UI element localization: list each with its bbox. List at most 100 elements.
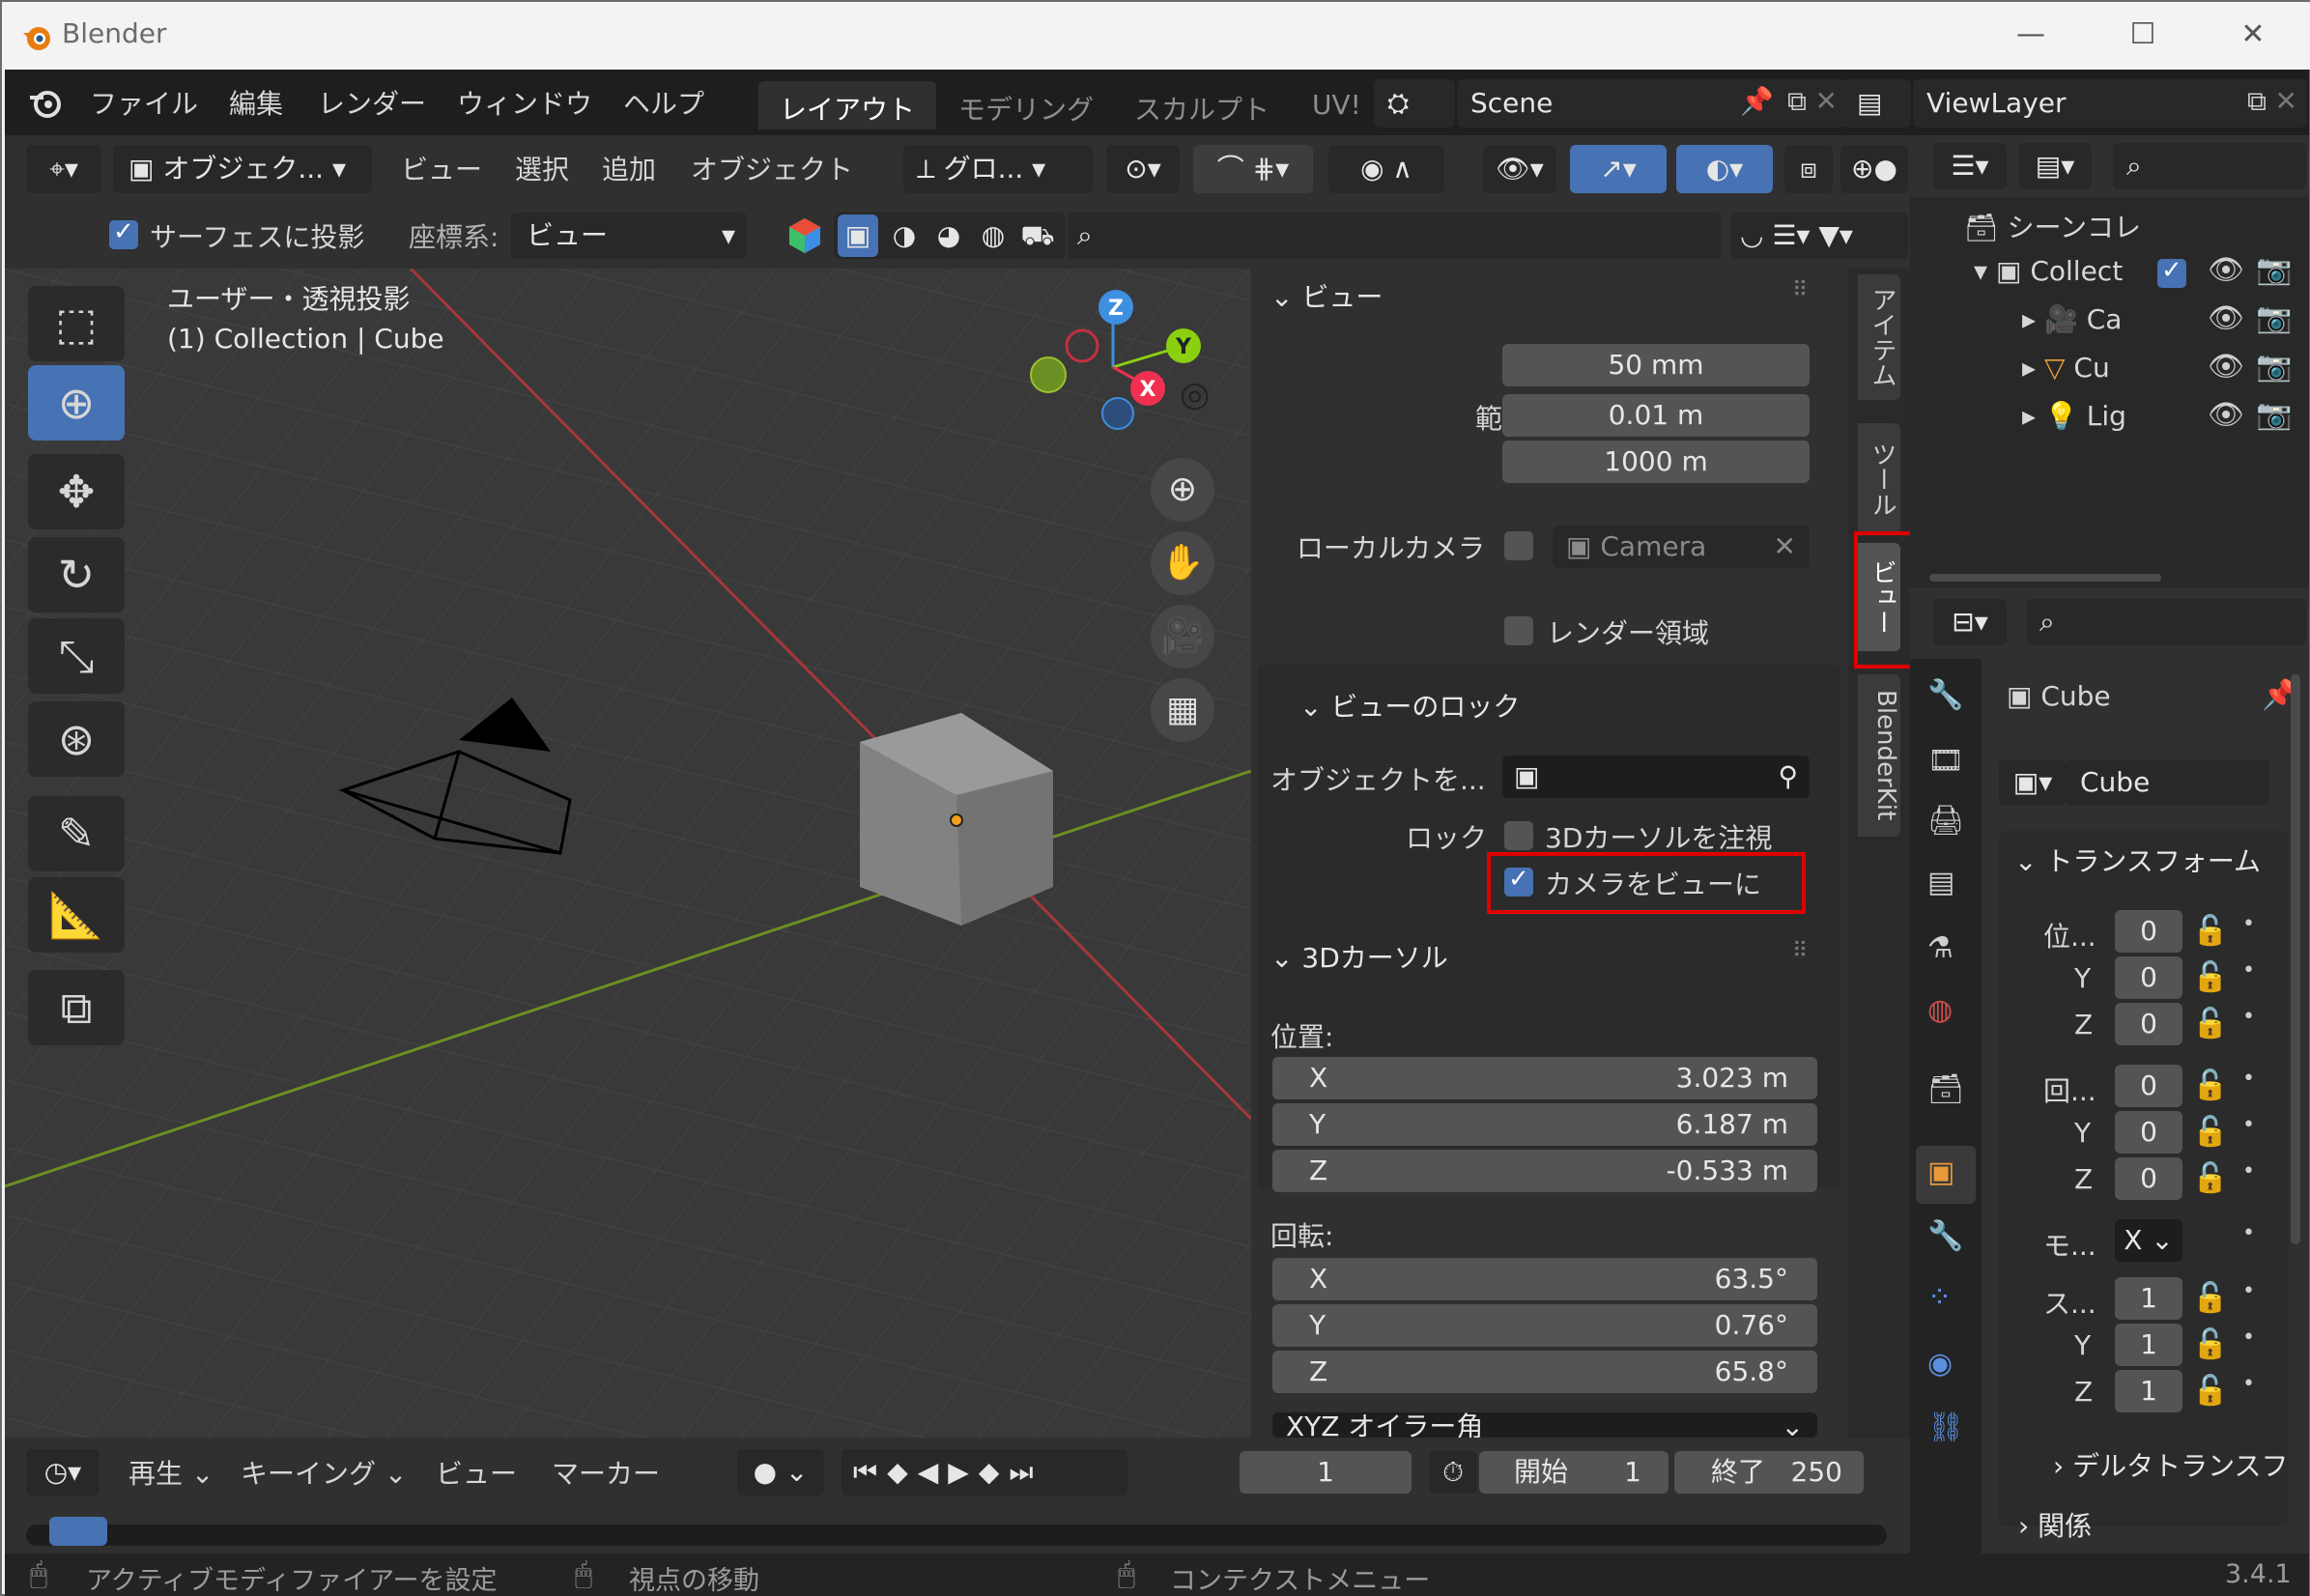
measure-tool[interactable]: 📐 — [28, 877, 125, 953]
play-reverse-icon[interactable]: ◀ — [918, 1456, 949, 1488]
lock-icon[interactable]: 🔓 — [2192, 1327, 2228, 1361]
lock-icon[interactable]: 🔓 — [2192, 914, 2228, 948]
render-region-checkbox[interactable] — [1504, 616, 1533, 645]
menu-help[interactable]: ヘルプ — [623, 83, 704, 122]
minimize-button[interactable]: — — [2002, 12, 2060, 58]
outliner-search-field[interactable]: ⌕ — [2113, 143, 2306, 189]
drag-handle-icon[interactable]: ⠿ — [1792, 939, 1808, 963]
tool-tab-icon[interactable]: 🔧 — [1927, 678, 1963, 712]
cursor-loc-z-field[interactable]: Z -0.533 m — [1272, 1150, 1817, 1192]
scene-collection-row[interactable]: 🗃 シーンコレ — [1964, 207, 2141, 245]
transform-tool[interactable]: ⊛ — [28, 701, 125, 777]
scene-browse-button[interactable]: ⛭ — [1374, 79, 1455, 128]
cursor-loc-y-field[interactable]: Y 6.187 m — [1272, 1103, 1817, 1146]
visibility-dropdown[interactable]: 👁▾ — [1483, 145, 1556, 193]
tab-uv[interactable]: UV! — [1291, 81, 1378, 129]
collection-exclude-checkbox[interactable] — [2157, 256, 2186, 288]
rotation-y-field[interactable]: 0 — [2115, 1111, 2182, 1154]
lock-object-field[interactable]: ▣ ⚲ — [1502, 755, 1810, 798]
keyframe-dot-icon[interactable]: • — [2242, 1279, 2255, 1303]
menu-file[interactable]: ファイル — [90, 83, 198, 122]
outliner-item-light[interactable]: ▸ 💡 Lig — [2022, 400, 2126, 432]
paint-icon[interactable]: ⛟ — [1017, 214, 1058, 257]
collection-tab-icon[interactable]: 🗃 — [1927, 1072, 1964, 1106]
lock-icon[interactable]: 🔓 — [2192, 1161, 2228, 1195]
lock-icon[interactable]: 🔓 — [2192, 1281, 2228, 1315]
3d-viewport[interactable]: ユーザー・透視投影 (1) Collection | Cube ⬚ ⊕ ✥ ↻ … — [5, 269, 1251, 1438]
new-scene-icon[interactable]: ⧉ — [1787, 85, 1807, 118]
location-y-field[interactable]: 0 — [2115, 956, 2182, 999]
menu-add[interactable]: 追加 — [602, 149, 656, 187]
lock-icon[interactable]: 🔓 — [2192, 960, 2228, 994]
keyframe-dot-icon[interactable]: • — [2242, 1005, 2255, 1029]
keyframe-dot-icon[interactable]: • — [2242, 958, 2255, 983]
object-name-field[interactable]: Cube — [2067, 759, 2269, 806]
lock-cursor-checkbox[interactable] — [1504, 821, 1533, 850]
move-tool[interactable]: ✥ — [28, 454, 125, 529]
eye-icon[interactable]: 👁 — [2208, 350, 2244, 384]
prev-keyframe-icon[interactable]: ◆ — [887, 1456, 918, 1488]
scale-z-field[interactable]: 1 — [2115, 1370, 2182, 1412]
snap-toggle[interactable]: ⌒ ⋕▾ — [1193, 145, 1313, 193]
delete-scene-icon[interactable]: ✕ — [1815, 85, 1838, 117]
delete-viewlayer-icon[interactable]: ✕ — [2275, 85, 2297, 117]
rotation-z-field[interactable]: 0 — [2115, 1157, 2182, 1200]
scene-name-field[interactable]: Scene 📌 ⧉ ✕ — [1457, 79, 1847, 128]
keyframe-dot-icon[interactable]: • — [2242, 1325, 2255, 1350]
lock-icon[interactable]: 🔓 — [2192, 1007, 2228, 1040]
scale-y-field[interactable]: 1 — [2115, 1324, 2182, 1366]
menu-timeline-view[interactable]: ビュー — [436, 1453, 517, 1492]
output-tab-icon[interactable]: 🖨 — [1927, 804, 1964, 838]
lock-icon[interactable]: 🔓 — [2192, 1069, 2228, 1102]
relations-header[interactable]: › 関係 — [2018, 1505, 2092, 1544]
current-frame-field[interactable]: 1 — [1240, 1451, 1412, 1494]
tab-blenderkit[interactable]: BlenderKit — [1858, 674, 1900, 837]
cursor-rot-x-field[interactable]: X 63.5° — [1272, 1258, 1817, 1300]
properties-scrollbar[interactable] — [2291, 674, 2300, 1244]
menu-playback[interactable]: 再生 ⌄ — [128, 1453, 214, 1492]
cursor-rot-y-field[interactable]: Y 0.76° — [1272, 1304, 1817, 1347]
tab-tool[interactable]: ツール — [1858, 423, 1900, 535]
tab-modeling[interactable]: モデリング — [937, 81, 1115, 129]
playhead[interactable] — [49, 1517, 107, 1546]
select-box-icon[interactable]: ▣ — [838, 214, 878, 257]
next-keyframe-icon[interactable]: ◆ — [979, 1456, 1010, 1488]
tab-item[interactable]: アイテム — [1858, 274, 1900, 400]
outliner-display-mode[interactable]: ▤▾ — [2018, 143, 2092, 189]
particles-tab-icon[interactable]: ⁘ — [1927, 1281, 1952, 1315]
menu-view[interactable]: ビュー — [401, 149, 482, 187]
keyframe-dot-icon[interactable]: • — [2242, 1159, 2255, 1183]
preview-range-toggle[interactable]: ⏱ — [1429, 1451, 1477, 1494]
xray-toggle[interactable]: ⧈ — [1784, 145, 1833, 193]
timeline-editor-type[interactable]: ◷▾ — [26, 1449, 100, 1496]
object-browse-button[interactable]: ▣▾ — [1999, 759, 2067, 806]
location-z-field[interactable]: 0 — [2115, 1003, 2182, 1045]
frame-start-field[interactable]: 開始 1 — [1479, 1451, 1668, 1494]
lock-icon[interactable]: 🔓 — [2192, 1115, 2228, 1149]
timeline-scrubber[interactable] — [26, 1525, 1887, 1546]
play-icon[interactable]: ▶ — [948, 1456, 979, 1488]
render-camera-icon[interactable]: 📷 — [2256, 253, 2292, 287]
ortho-toggle-button[interactable]: ▦ — [1151, 678, 1214, 742]
clip-end-field[interactable]: 1000 m — [1502, 441, 1810, 483]
blender-menu-icon[interactable] — [26, 83, 65, 122]
focal-length-field[interactable]: 50 mm — [1502, 344, 1810, 386]
annotate-tool[interactable]: ✎ — [28, 796, 125, 871]
keyframe-dot-icon[interactable]: • — [2242, 1372, 2255, 1396]
render-camera-icon[interactable]: 📷 — [2256, 398, 2292, 432]
snap-surface-checkbox[interactable] — [109, 217, 138, 249]
render-camera-icon[interactable]: 📷 — [2256, 350, 2292, 384]
asset-search-field[interactable]: ⌕ — [1068, 213, 1721, 259]
editor-type-button[interactable]: ⌖▾ — [26, 145, 101, 193]
eye-icon[interactable]: 👁 — [2208, 301, 2244, 335]
add-cube-tool[interactable]: ⧉ — [28, 970, 125, 1045]
camera-view-button[interactable]: 🎥 — [1151, 605, 1214, 669]
modifier-tab-icon[interactable]: 🔧 — [1927, 1219, 1963, 1253]
cursor-section-header[interactable]: ⌄ 3Dカーソル — [1270, 937, 1448, 976]
shading-material-icon[interactable]: ◕ — [928, 214, 969, 257]
eye-icon[interactable]: 👁 — [2208, 253, 2244, 287]
transform-header[interactable]: ⌄ トランスフォーム — [2014, 841, 2261, 879]
orientation-dropdown[interactable]: ⟂ グロ... ▾ — [903, 145, 1093, 193]
view-section-header[interactable]: ⌄ ビュー — [1270, 276, 1383, 315]
pin-icon[interactable]: 📌 — [1740, 85, 1774, 117]
